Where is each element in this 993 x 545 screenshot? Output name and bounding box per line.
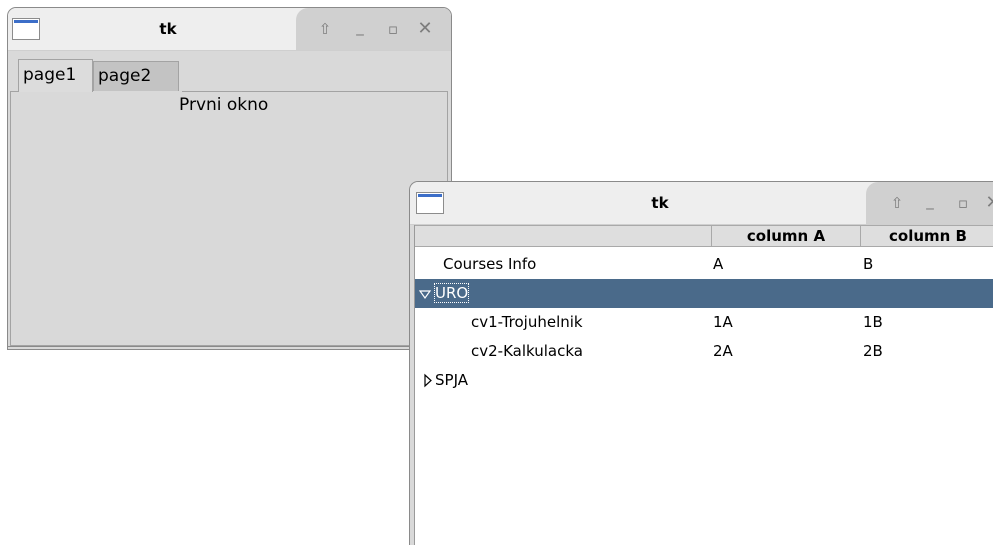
panel-label: Prvni okno bbox=[179, 95, 269, 115]
app-window-icon[interactable] bbox=[12, 18, 40, 40]
title-bar[interactable]: tk ⇧ _ ▫ ✕ bbox=[410, 182, 993, 225]
row-label: URO bbox=[433, 279, 470, 308]
treeview-header: column A column B bbox=[415, 225, 993, 247]
row-column-a: 2A bbox=[713, 342, 733, 360]
row-column-a: 1A bbox=[713, 313, 733, 331]
tree-row[interactable]: Courses Info A B bbox=[415, 250, 993, 279]
window-button-area: ⇧ _ ▫ ✕ bbox=[866, 182, 993, 224]
maximize-icon[interactable]: ▫ bbox=[954, 194, 972, 212]
window-title: tk bbox=[159, 20, 177, 38]
shade-icon[interactable]: ⇧ bbox=[316, 20, 334, 38]
minimize-icon[interactable]: _ bbox=[351, 18, 369, 36]
window-title: tk bbox=[651, 194, 669, 212]
maximize-icon[interactable]: ▫ bbox=[384, 20, 402, 38]
window-bottom-edge bbox=[8, 346, 451, 347]
header-column-b[interactable]: column B bbox=[860, 226, 993, 246]
row-label-text: URO bbox=[433, 283, 470, 303]
window-button-area: ⇧ _ ▫ ✕ bbox=[296, 8, 451, 50]
row-column-b: 1B bbox=[863, 313, 883, 331]
close-icon[interactable]: ✕ bbox=[984, 194, 993, 212]
row-label: Courses Info bbox=[443, 255, 537, 273]
window-tk-notebook: tk ⇧ _ ▫ ✕ page1 page2 Prvni okno bbox=[7, 7, 452, 350]
tree-row-selected[interactable]: URO bbox=[415, 279, 993, 308]
row-column-a: A bbox=[713, 255, 724, 273]
header-column-a[interactable]: column A bbox=[711, 226, 860, 246]
expanded-arrow-icon[interactable] bbox=[418, 279, 432, 308]
row-column-b: B bbox=[863, 255, 874, 273]
header-tree-column[interactable] bbox=[415, 226, 711, 246]
tree-row[interactable]: cv2-Kalkulacka 2A 2B bbox=[415, 337, 993, 366]
collapsed-arrow-icon[interactable] bbox=[421, 366, 435, 395]
row-label: cv1-Trojuhelnik bbox=[471, 313, 583, 331]
close-icon[interactable]: ✕ bbox=[416, 20, 434, 38]
tab-panel: Prvni okno bbox=[10, 91, 448, 346]
row-label: SPJA bbox=[435, 371, 468, 389]
row-label: cv2-Kalkulacka bbox=[471, 342, 583, 360]
tab-page2[interactable]: page2 bbox=[93, 61, 179, 91]
shade-icon[interactable]: ⇧ bbox=[888, 194, 906, 212]
minimize-icon[interactable]: _ bbox=[921, 192, 939, 210]
treeview[interactable]: column A column B Courses Info A B URO c… bbox=[414, 225, 993, 545]
tree-row[interactable]: cv1-Trojuhelnik 1A 1B bbox=[415, 308, 993, 337]
tab-page1[interactable]: page1 bbox=[18, 59, 93, 92]
app-window-icon[interactable] bbox=[416, 192, 444, 214]
row-column-b: 2B bbox=[863, 342, 883, 360]
title-bar[interactable]: tk ⇧ _ ▫ ✕ bbox=[8, 8, 451, 51]
tree-row[interactable]: SPJA bbox=[415, 366, 993, 395]
window-tk-treeview: tk ⇧ _ ▫ ✕ column A column B Courses Inf… bbox=[409, 181, 993, 545]
